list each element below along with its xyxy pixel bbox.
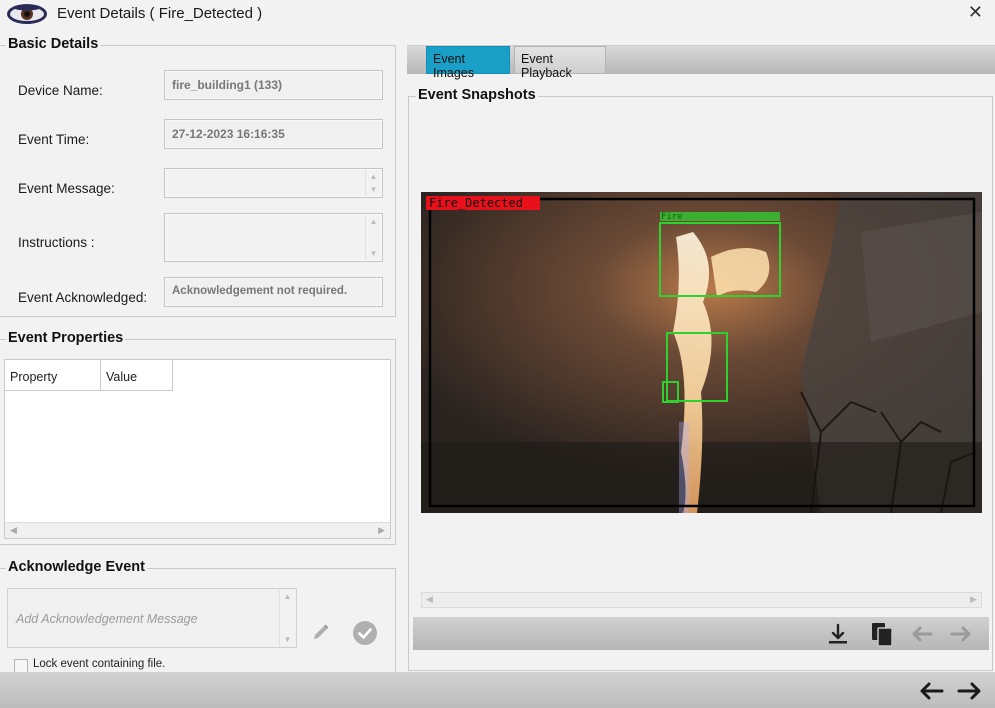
event-time-label: Event Time:	[18, 132, 90, 147]
next-image-arrow-icon[interactable]	[948, 621, 974, 647]
event-snapshot-image[interactable]: Fire_Detected Fire	[421, 192, 982, 513]
instructions-field[interactable]: ▲ ▼	[164, 213, 383, 262]
bounding-box-label: Fire	[661, 212, 683, 222]
column-header-property[interactable]: Property	[5, 360, 101, 391]
event-message-scrollbar[interactable]: ▲ ▼	[365, 170, 381, 196]
properties-table: Property Value ◀ ▶	[4, 359, 391, 539]
acknowledgement-scrollbar[interactable]: ▲ ▼	[279, 590, 295, 646]
event-properties-heading: Event Properties	[6, 330, 126, 346]
acknowledgement-placeholder: Add Acknowledgement Message	[16, 612, 198, 626]
overlay-detection-label: Fire_Detected	[429, 196, 523, 210]
footer-bar	[0, 672, 995, 708]
column-header-value[interactable]: Value	[101, 360, 173, 391]
lock-event-checkbox[interactable]	[14, 659, 28, 673]
previous-image-arrow-icon[interactable]	[909, 621, 935, 647]
event-time-field: 27-12-2023 16:16:35	[164, 119, 383, 149]
basic-details-heading: Basic Details	[6, 36, 101, 52]
eye-logo-icon	[7, 4, 47, 24]
acknowledgement-message-input[interactable]: Add Acknowledgement Message ▲ ▼	[7, 588, 297, 648]
copy-icon[interactable]	[869, 621, 895, 647]
event-acknowledged-field: Acknowledgement not required.	[164, 277, 383, 307]
device-name-field: fire_building1 (133)	[164, 70, 383, 100]
tab-event-playback[interactable]: Event Playback	[514, 46, 606, 80]
tab-event-images[interactable]: Event Images	[426, 46, 510, 80]
scroll-left-icon[interactable]: ◀	[10, 525, 17, 536]
scroll-right-icon[interactable]: ▶	[378, 525, 385, 536]
lock-event-label: Lock event containing file.	[33, 658, 166, 670]
acknowledge-event-heading: Acknowledge Event	[6, 559, 147, 575]
snapshot-toolbar	[413, 617, 989, 650]
instructions-scrollbar[interactable]: ▲ ▼	[365, 215, 381, 260]
event-acknowledged-label: Event Acknowledged:	[18, 290, 148, 305]
window-title: Event Details ( Fire_Detected )	[57, 5, 263, 22]
confirm-acknowledge-button[interactable]	[353, 621, 377, 645]
snapshot-scroll-left-icon[interactable]: ◀	[426, 594, 433, 605]
close-button[interactable]: ✕	[968, 2, 983, 23]
check-icon	[358, 628, 372, 639]
tab-bar: Event Images Event Playback	[407, 45, 995, 80]
title-bar: Event Details ( Fire_Detected ) ✕	[0, 0, 995, 28]
device-name-label: Device Name:	[18, 83, 103, 98]
event-message-field[interactable]: ▲ ▼	[164, 168, 383, 198]
previous-event-arrow-icon[interactable]	[918, 680, 944, 702]
instructions-label: Instructions :	[18, 235, 95, 250]
event-message-label: Event Message:	[18, 181, 115, 196]
fire-scene-image: Fire_Detected Fire	[421, 192, 982, 513]
snapshot-horizontal-scrollbar[interactable]: ◀ ▶	[421, 592, 982, 608]
snapshot-scroll-right-icon[interactable]: ▶	[970, 594, 977, 605]
download-icon[interactable]	[825, 621, 851, 647]
event-snapshots-heading: Event Snapshots	[416, 87, 538, 103]
next-event-arrow-icon[interactable]	[957, 680, 983, 702]
edit-pencil-icon[interactable]	[312, 623, 330, 641]
properties-horizontal-scrollbar[interactable]: ◀ ▶	[5, 522, 390, 538]
